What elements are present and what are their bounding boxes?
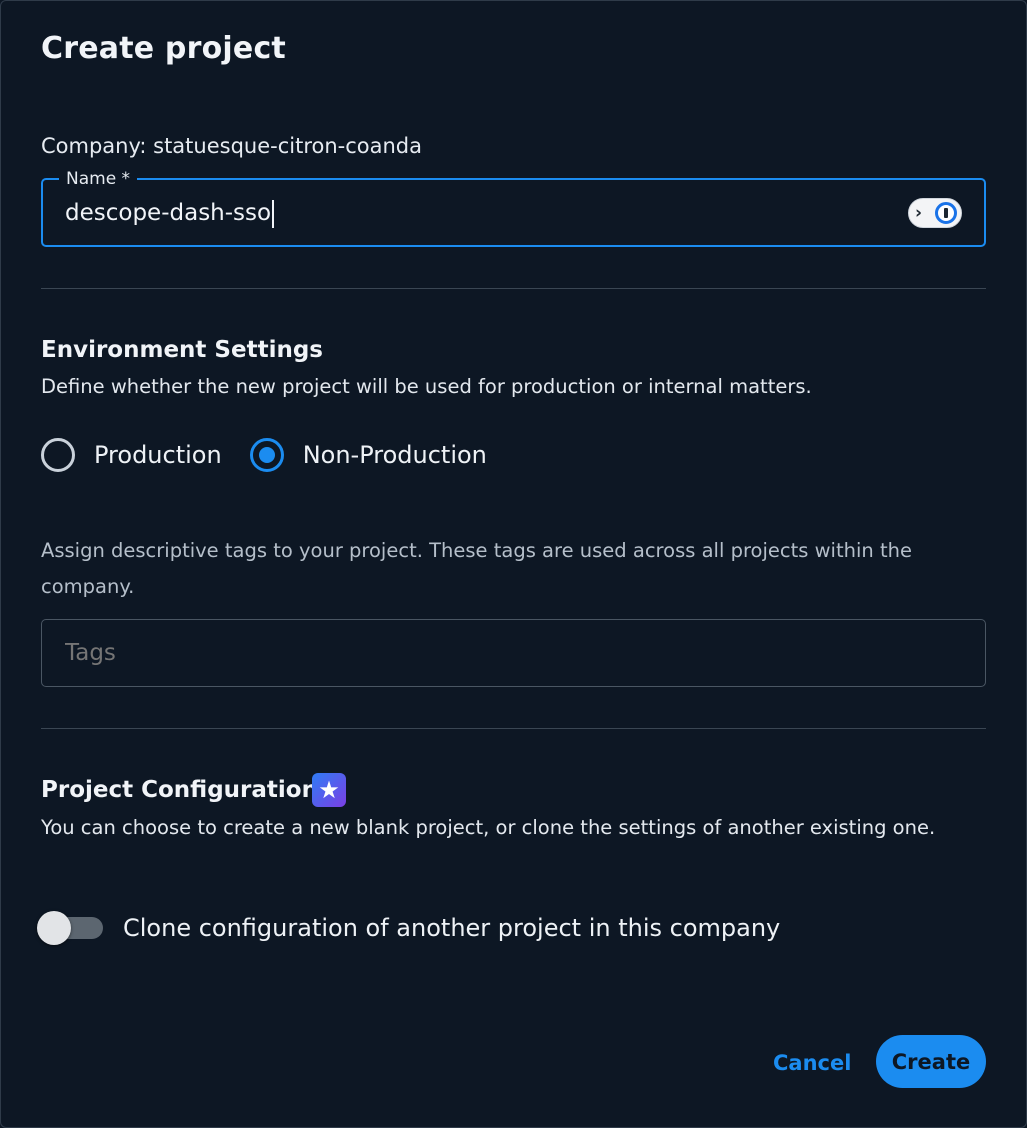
- radio-option-production[interactable]: Production: [41, 438, 222, 472]
- project-configuration-title: Project Configuration: [41, 777, 318, 803]
- create-project-dialog: Create project Company: statuesque-citro…: [0, 0, 1027, 1128]
- clone-configuration-row: Clone configuration of another project i…: [37, 909, 780, 947]
- radio-option-non-production[interactable]: Non-Production: [249, 438, 487, 472]
- tags-description: Assign descriptive tags to your project.…: [41, 539, 912, 598]
- 1password-logo-icon: [935, 202, 957, 224]
- production-radio[interactable]: [41, 438, 75, 472]
- section-divider: [41, 728, 986, 729]
- star-icon: ★: [312, 773, 346, 807]
- section-divider: [41, 288, 986, 289]
- name-input[interactable]: descope-dash-sso: [65, 198, 275, 228]
- environment-settings-title: Environment Settings: [41, 337, 323, 363]
- toggle-thumb: [37, 911, 71, 945]
- company-label: Company: statuesque-citron-coanda: [41, 134, 423, 158]
- name-field-label: Name *: [59, 168, 138, 190]
- name-input-value: descope-dash-sso: [65, 200, 272, 226]
- non-production-radio-label: Non-Production: [302, 441, 487, 469]
- create-button[interactable]: Create: [876, 1035, 986, 1088]
- project-configuration-description: You can choose to create a new blank pro…: [41, 816, 936, 839]
- environment-settings-description: Define whether the new project will be u…: [41, 375, 812, 398]
- password-manager-icon[interactable]: ›: [908, 198, 962, 228]
- environment-radio-group: Production Non-Production: [41, 437, 515, 473]
- non-production-radio[interactable]: [249, 438, 284, 472]
- name-field[interactable]: Name * descope-dash-sso ›: [41, 168, 986, 247]
- clone-configuration-label: Clone configuration of another project i…: [123, 914, 781, 942]
- tags-field[interactable]: [41, 619, 986, 687]
- text-caret: [272, 199, 275, 228]
- tags-input[interactable]: [65, 640, 945, 666]
- dialog-title: Create project: [41, 31, 286, 66]
- cancel-button[interactable]: Cancel: [773, 1047, 851, 1079]
- chevron-right-icon: ›: [915, 203, 923, 223]
- production-radio-label: Production: [94, 441, 222, 469]
- clone-configuration-toggle[interactable]: [37, 910, 103, 946]
